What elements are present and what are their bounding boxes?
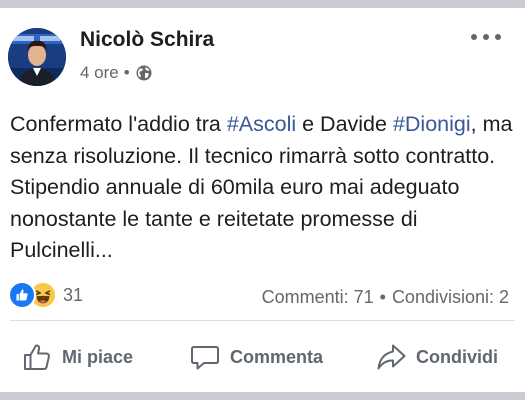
- globe-icon: [136, 65, 152, 81]
- post-text-part: e Davide: [296, 112, 393, 136]
- like-reaction-icon: [8, 281, 36, 309]
- comments-count[interactable]: Commenti: 71: [262, 287, 374, 308]
- post-stats: 31 Commenti: 71 • Condivisioni: 2: [0, 274, 525, 312]
- more-options-button[interactable]: [471, 30, 501, 44]
- hashtag-dionigi[interactable]: #Dionigi: [393, 112, 471, 136]
- engagement-counts: Commenti: 71 • Condivisioni: 2: [262, 287, 509, 308]
- avatar[interactable]: [8, 28, 66, 86]
- share-arrow-icon: [377, 344, 406, 370]
- thumbs-up-icon: [24, 344, 50, 370]
- post-time[interactable]: 4 ore: [80, 63, 119, 83]
- post-text-part: Confermato l'addio tra: [10, 112, 227, 136]
- shares-count[interactable]: Condivisioni: 2: [392, 287, 509, 308]
- more-dot-icon: [483, 34, 489, 40]
- post-card: Nicolò Schira 4 ore • Confermato l'addio…: [0, 8, 525, 392]
- avatar-photo-icon: [8, 28, 66, 86]
- post-meta: 4 ore •: [80, 62, 152, 84]
- hashtag-ascoli[interactable]: #Ascoli: [227, 112, 296, 136]
- comment-icon: [191, 346, 219, 370]
- comment-button[interactable]: Commenta: [190, 334, 323, 380]
- meta-separator: •: [123, 63, 130, 82]
- comment-button-label: Commenta: [230, 346, 324, 367]
- like-button-label: Mi piace: [62, 346, 134, 367]
- post-header: Nicolò Schira 4 ore •: [0, 8, 525, 98]
- post-text: Confermato l'addio tra #Ascoli e Davide …: [10, 109, 515, 267]
- divider: [10, 320, 515, 321]
- like-button[interactable]: Mi piace: [22, 334, 133, 380]
- share-button-label: Condividi: [416, 346, 498, 367]
- more-dot-icon: [471, 34, 477, 40]
- more-dot-icon: [495, 34, 501, 40]
- author-name[interactable]: Nicolò Schira: [80, 28, 214, 52]
- counts-separator: •: [379, 287, 386, 307]
- share-button[interactable]: Condividi: [376, 334, 498, 380]
- action-bar: Mi piace Commenta Condividi: [0, 334, 525, 380]
- reactions-summary[interactable]: 31: [8, 281, 83, 309]
- reactions-count: 31: [63, 284, 84, 305]
